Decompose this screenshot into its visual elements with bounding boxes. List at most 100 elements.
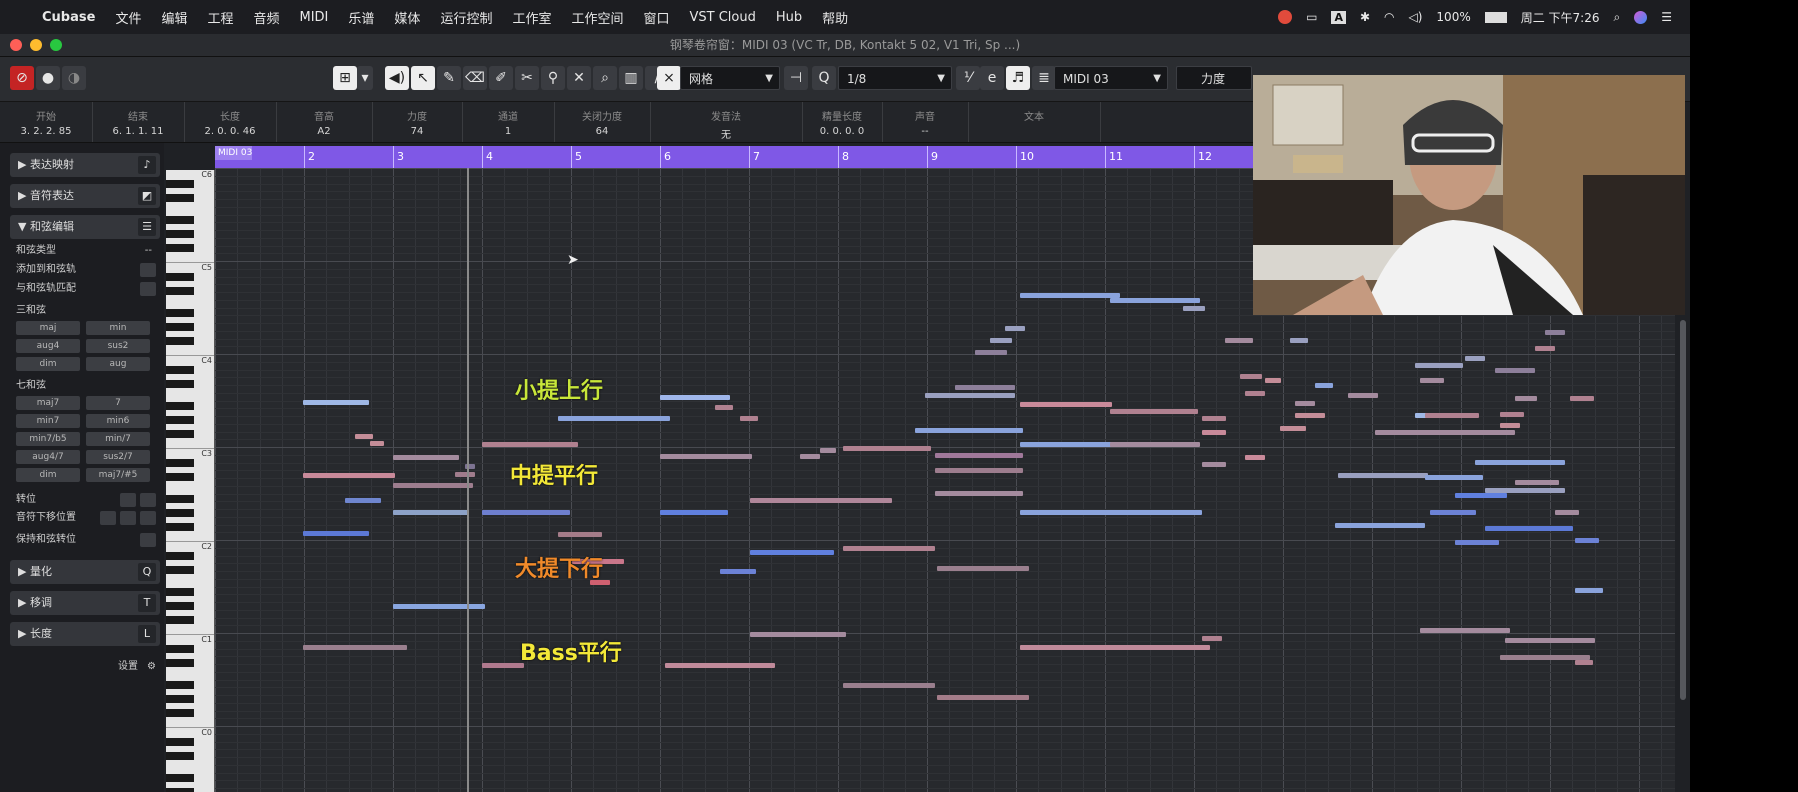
section-note-expression[interactable]: ▶ 音符表达 ◩ [10, 184, 160, 208]
midi-note[interactable] [937, 695, 1029, 700]
midi-note[interactable] [1020, 442, 1112, 447]
midi-note[interactable] [935, 491, 1023, 496]
chord-btn-min6[interactable]: min6 [86, 414, 150, 428]
black-key[interactable] [166, 495, 194, 503]
info-text[interactable]: 文本 [968, 102, 1101, 142]
midi-note[interactable] [1575, 538, 1599, 543]
menu-help[interactable]: 帮助 [812, 8, 858, 27]
black-key[interactable] [166, 645, 194, 653]
midi-note[interactable] [1420, 628, 1510, 633]
bar-11[interactable]: 11 [1105, 146, 1123, 168]
minimize-window-button[interactable] [30, 39, 42, 51]
midi-note[interactable] [393, 510, 469, 515]
black-key[interactable] [166, 416, 194, 424]
wifi-icon[interactable]: ◠ [1384, 10, 1394, 24]
midi-note[interactable] [1110, 298, 1200, 303]
black-key[interactable] [166, 366, 194, 374]
midi-note[interactable] [1110, 442, 1200, 447]
midi-note[interactable] [750, 632, 846, 637]
black-key[interactable] [166, 216, 194, 224]
info-channel[interactable]: 通道 1 [462, 102, 555, 142]
midi-note[interactable] [1335, 523, 1425, 528]
chord-btn-min7b5[interactable]: min7/b5 [16, 432, 80, 446]
midi-note[interactable] [1375, 430, 1515, 435]
chord-btn-dim7[interactable]: dim [16, 468, 80, 482]
midi-note[interactable] [1575, 660, 1593, 665]
chord-btn-sus2[interactable]: sus2 [86, 339, 150, 353]
menu-file[interactable]: 文件 [105, 8, 151, 27]
track-list-icon[interactable]: ≣ [1032, 66, 1056, 90]
midi-note[interactable] [1020, 402, 1112, 407]
midi-note[interactable] [843, 446, 931, 451]
chord-btn-maj[interactable]: maj [16, 321, 80, 335]
add-to-chord-track-button[interactable] [140, 263, 156, 277]
midi-note[interactable] [665, 663, 775, 668]
midi-note[interactable] [750, 498, 892, 503]
line-tool-icon[interactable]: ▥ [619, 66, 643, 90]
midi-note[interactable] [720, 569, 756, 574]
grid-type-select[interactable]: 网格 ▼ [680, 66, 780, 90]
midi-note[interactable] [1110, 409, 1198, 414]
bar-4[interactable]: 4 [482, 146, 493, 168]
menu-workspaces[interactable]: 工作空间 [561, 8, 633, 27]
gear-icon[interactable]: ⚙ [147, 659, 156, 675]
section-length[interactable]: ▶ 长度 L [10, 622, 160, 646]
midi-note[interactable] [843, 546, 935, 551]
move-down-btn-1[interactable] [100, 511, 116, 525]
black-key[interactable] [166, 616, 194, 624]
midi-note[interactable] [393, 455, 459, 460]
input-source-icon[interactable]: A [1331, 10, 1346, 24]
midi-note[interactable] [558, 416, 670, 421]
black-key[interactable] [166, 709, 194, 717]
black-key[interactable] [166, 402, 194, 410]
section-chord-editing[interactable]: ▼ 和弦编辑 ☰ [10, 215, 160, 239]
midi-note[interactable] [715, 405, 733, 410]
black-key[interactable] [166, 323, 194, 331]
info-start[interactable]: 开始 3. 2. 2. 85 [0, 102, 93, 142]
black-key[interactable] [166, 788, 194, 792]
midi-note[interactable] [1515, 396, 1537, 401]
black-key[interactable] [166, 659, 194, 667]
black-key[interactable] [166, 752, 194, 760]
bar-7[interactable]: 7 [749, 146, 760, 168]
menu-project[interactable]: 工程 [197, 8, 243, 27]
midi-note[interactable] [1338, 473, 1428, 478]
midi-note[interactable] [393, 483, 473, 488]
midi-note[interactable] [1183, 306, 1205, 311]
midi-note[interactable] [975, 350, 1007, 355]
bar-6[interactable]: 6 [660, 146, 671, 168]
midi-note[interactable] [1425, 475, 1483, 480]
close-window-button[interactable] [10, 39, 22, 51]
midi-note[interactable] [955, 385, 1015, 390]
info-pitch[interactable]: 音高 A2 [276, 102, 373, 142]
black-key[interactable] [166, 509, 194, 517]
quantize-icon[interactable]: Q [812, 66, 836, 90]
midi-note[interactable] [660, 395, 730, 400]
menu-transport[interactable]: 运行控制 [430, 8, 502, 27]
bluetooth-icon[interactable]: ✱ [1360, 10, 1370, 24]
notification-center-icon[interactable]: ☰ [1661, 10, 1672, 24]
midi-note[interactable] [393, 604, 485, 609]
bar-12[interactable]: 12 [1194, 146, 1212, 168]
quantize-settings-icon[interactable]: ⅟ [956, 66, 980, 90]
midi-note[interactable] [1475, 460, 1565, 465]
midi-note[interactable] [1020, 510, 1202, 515]
bar-5[interactable]: 5 [571, 146, 582, 168]
spotlight-icon[interactable]: ⌕ [1614, 10, 1621, 25]
move-down-btn-3[interactable] [140, 511, 156, 525]
midi-note[interactable] [370, 441, 384, 446]
inversion-down-button[interactable] [120, 493, 136, 507]
black-key[interactable] [166, 695, 194, 703]
midi-note[interactable] [455, 472, 475, 477]
playhead-cursor[interactable] [467, 168, 469, 792]
hold-voicing-toggle[interactable] [140, 533, 156, 547]
midi-note[interactable] [740, 416, 758, 421]
midi-note[interactable] [1455, 540, 1499, 545]
midi-note[interactable] [1430, 510, 1476, 515]
midi-note[interactable] [303, 645, 407, 650]
midi-note[interactable] [820, 448, 836, 453]
black-key[interactable] [166, 552, 194, 560]
midi-note[interactable] [1245, 391, 1265, 396]
bar-9[interactable]: 9 [927, 146, 938, 168]
section-quantize[interactable]: ▶ 量化 Q [10, 560, 160, 584]
